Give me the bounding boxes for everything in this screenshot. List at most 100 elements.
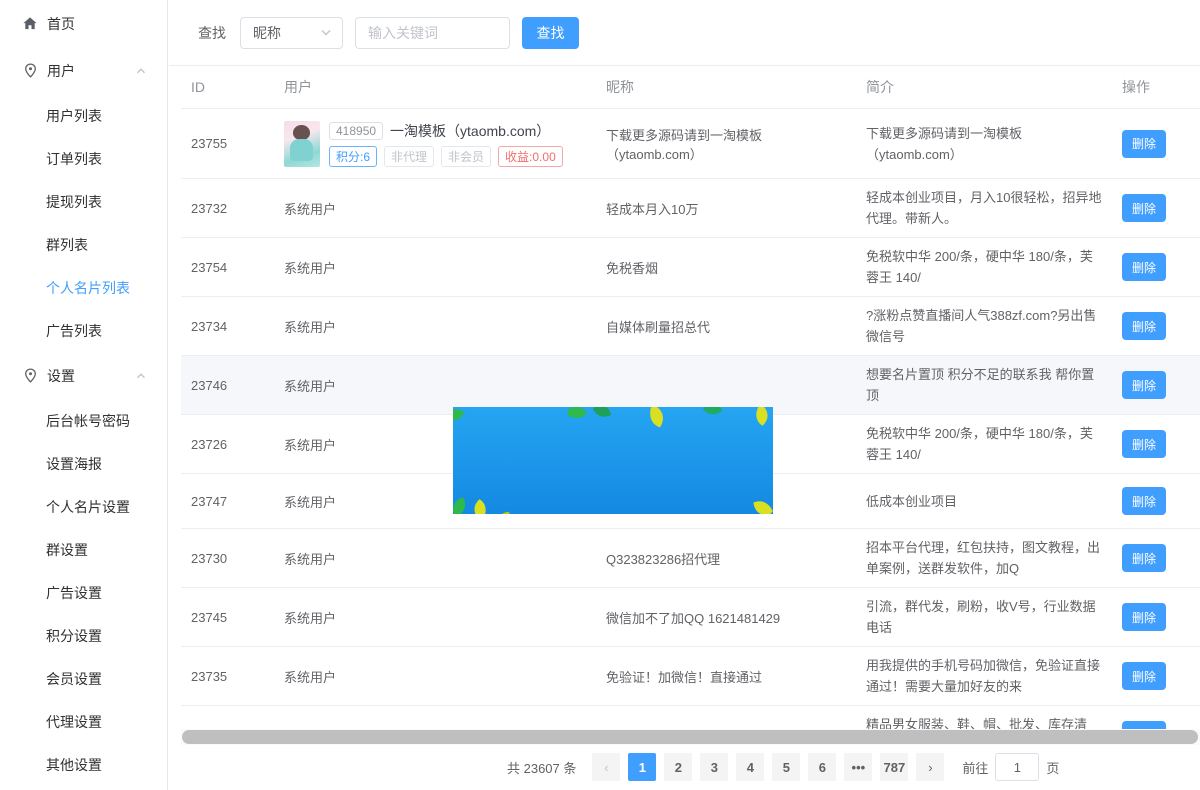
cell-id: 23745 (181, 602, 274, 633)
cell-user: 系统用户 (274, 659, 596, 694)
column-header-0: ID (181, 71, 274, 103)
table-header: ID用户昵称简介操作 (181, 66, 1200, 109)
sidebar-item-label: 会员设置 (46, 669, 102, 689)
table-row: 23734系统用户自媒体刷量招总代?涨粉点赞直播间人气388zf.com?另出售… (181, 297, 1200, 356)
delete-button[interactable]: 删除 (1122, 603, 1166, 631)
table-row: 23730系统用户Q323823286招代理招本平台代理，红包扶持，图文教程，出… (181, 529, 1200, 588)
sidebar-item-label: 后台帐号密码 (46, 411, 130, 431)
sidebar-item-label: 群设置 (46, 540, 88, 560)
page-button-5[interactable]: 5 (772, 753, 800, 781)
cell-actions: 删除 (1112, 422, 1194, 466)
page-button-3[interactable]: 3 (700, 753, 728, 781)
cell-actions: 删除 (1112, 595, 1194, 639)
sidebar-item-ad-setting[interactable]: 广告设置 (0, 571, 167, 614)
sidebar-item-group-setting[interactable]: 群设置 (0, 528, 167, 571)
cell-nickname (596, 377, 856, 393)
sidebar-item-card-setting[interactable]: 个人名片设置 (0, 485, 167, 528)
search-type-value: 昵称 (253, 23, 281, 43)
page-button-787[interactable]: 787 (880, 753, 908, 781)
prev-page-button[interactable]: ‹ (592, 753, 620, 781)
cell-nickname: 轻成本月入10万 (596, 191, 856, 226)
goto-page-input[interactable] (995, 753, 1039, 781)
user-card-table: ID用户昵称简介操作 23755418950一淘模板（ytaomb.com）积分… (181, 66, 1200, 745)
sidebar-item-other-setting[interactable]: 其他设置 (0, 743, 167, 786)
delete-button[interactable]: 删除 (1122, 371, 1166, 399)
sidebar-item-group-list[interactable]: 群列表 (0, 223, 167, 266)
more-pages-button[interactable]: ••• (844, 753, 872, 781)
column-header-3: 简介 (856, 69, 1112, 106)
page-button-6[interactable]: 6 (808, 753, 836, 781)
search-label: 查找 (198, 23, 226, 43)
sidebar-item-poster-setting[interactable]: 设置海报 (0, 442, 167, 485)
sidebar-item-label: 广告设置 (46, 583, 102, 603)
cell-id: 23755 (181, 128, 274, 159)
pagination: 共 23607 条 ‹123456•••787› 前往 页 (169, 745, 1200, 789)
delete-button[interactable]: 删除 (1122, 487, 1166, 515)
sidebar: 首页用户用户列表订单列表提现列表群列表个人名片列表广告列表设置后台帐号密码设置海… (0, 0, 168, 790)
cell-id: 23726 (181, 429, 274, 460)
delete-button[interactable]: 删除 (1122, 662, 1166, 690)
sidebar-item-order-list[interactable]: 订单列表 (0, 137, 167, 180)
sidebar-item-settings[interactable]: 设置 (0, 352, 167, 399)
cell-intro: 免税软中华 200/条，硬中华 180/条，芙蓉王 140/ (856, 238, 1112, 296)
table-row: 23745系统用户微信加不了加QQ 1621481429引流，群代发，刷粉，收V… (181, 588, 1200, 647)
cell-intro: 免税软中华 200/条，硬中华 180/条，芙蓉王 140/ (856, 415, 1112, 473)
sidebar-item-label: 积分设置 (46, 626, 102, 646)
sidebar-item-withdraw-list[interactable]: 提现列表 (0, 180, 167, 223)
user-name: 一淘模板（ytaomb.com） (390, 121, 550, 141)
search-button[interactable]: 查找 (522, 17, 579, 49)
sidebar-item-member-setting[interactable]: 会员设置 (0, 657, 167, 700)
cell-intro: 想要名片置顶 积分不足的联系我 帮你置顶 (856, 356, 1112, 414)
cell-id: 23735 (181, 661, 274, 692)
sidebar-item-user-list[interactable]: 用户列表 (0, 94, 167, 137)
search-type-select[interactable]: 昵称 (240, 17, 343, 49)
cell-actions: 删除 (1112, 363, 1194, 407)
table-row: 23754系统用户免税香烟免税软中华 200/条，硬中华 180/条，芙蓉王 1… (181, 238, 1200, 297)
cell-user: 系统用户 (274, 368, 596, 403)
page-button-4[interactable]: 4 (736, 753, 764, 781)
delete-button[interactable]: 删除 (1122, 130, 1166, 158)
sidebar-item-users[interactable]: 用户 (0, 47, 167, 94)
page-button-1[interactable]: 1 (628, 753, 656, 781)
promo-image (453, 407, 773, 514)
sidebar-item-label: 设置 (47, 366, 75, 386)
table-row: 23735系统用户免验证！加微信！直接通过用我提供的手机号码加微信，免验证直接通… (181, 647, 1200, 706)
sidebar-item-label: 个人名片设置 (46, 497, 130, 517)
cell-id: 23746 (181, 370, 274, 401)
sidebar-item-points-setting[interactable]: 积分设置 (0, 614, 167, 657)
cell-intro: 下载更多源码请到一淘模板（ytaomb.com） (856, 115, 1112, 173)
delete-button[interactable]: 删除 (1122, 253, 1166, 281)
page-button-2[interactable]: 2 (664, 753, 692, 781)
cell-nickname: 自媒体刷量招总代 (596, 309, 856, 344)
cell-nickname: Q323823286招代理 (596, 541, 856, 576)
delete-button[interactable]: 删除 (1122, 430, 1166, 458)
cell-user: 418950一淘模板（ytaomb.com）积分:6非代理非会员收益:0.00 (274, 113, 596, 175)
cell-actions: 删除 (1112, 304, 1194, 348)
cell-user: 系统用户 (274, 541, 596, 576)
sidebar-item-ad-list[interactable]: 广告列表 (0, 309, 167, 352)
status-badge: 非会员 (441, 146, 491, 167)
cell-intro: 低成本创业项目 (856, 483, 1112, 520)
pagination-jump: 前往 页 (962, 753, 1059, 781)
next-page-button[interactable]: › (916, 753, 944, 781)
cell-actions: 删除 (1112, 654, 1194, 698)
cell-id: 23734 (181, 311, 274, 342)
sidebar-item-home[interactable]: 首页 (0, 0, 167, 47)
cell-actions: 删除 (1112, 479, 1194, 523)
delete-button[interactable]: 删除 (1122, 312, 1166, 340)
search-keyword-input[interactable] (355, 17, 510, 49)
sidebar-item-admin-account[interactable]: 后台帐号密码 (0, 399, 167, 442)
scrollbar-thumb[interactable] (182, 730, 1198, 744)
delete-button[interactable]: 删除 (1122, 194, 1166, 222)
avatar[interactable] (284, 121, 320, 167)
sidebar-item-label: 用户 (47, 61, 75, 81)
sidebar-item-agent-setting[interactable]: 代理设置 (0, 700, 167, 743)
sidebar-item-label: 设置海报 (46, 454, 102, 474)
delete-button[interactable]: 删除 (1122, 544, 1166, 572)
cell-user: 系统用户 (274, 250, 596, 285)
sidebar-item-card-list[interactable]: 个人名片列表 (0, 266, 167, 309)
chevron-up-icon (135, 64, 147, 80)
sidebar-item-label: 其他设置 (46, 755, 102, 775)
cell-id: 23754 (181, 252, 274, 283)
sidebar-item-label: 个人名片列表 (46, 278, 130, 298)
